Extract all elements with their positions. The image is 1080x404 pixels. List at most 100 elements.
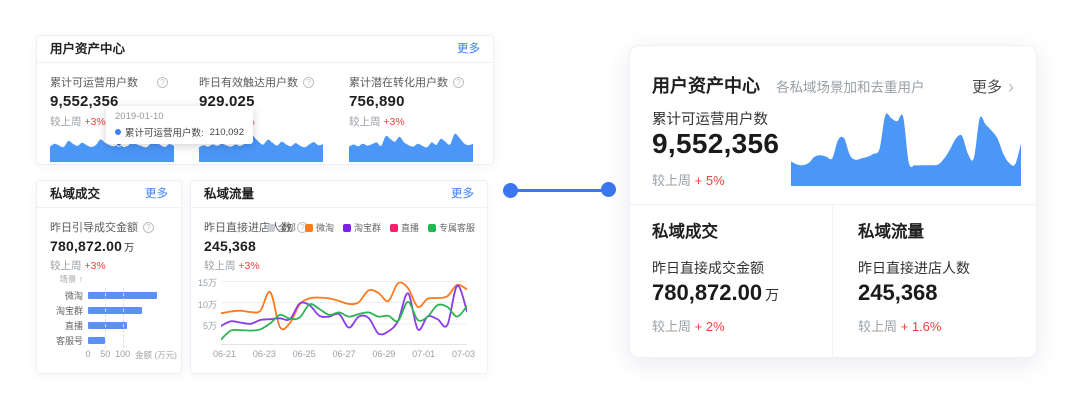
legend-swatch-icon [390, 224, 398, 232]
metric-value: 9,552,356 [652, 128, 779, 160]
compare-value: + 1.6% [901, 319, 942, 334]
card-title: 私域流量 [204, 181, 254, 208]
card-header: 私域流量 更多 [191, 181, 487, 208]
connector-dot-right [601, 182, 616, 197]
x-tick-label: 06-29 [372, 349, 395, 359]
info-icon[interactable]: ? [303, 77, 314, 88]
gridline [123, 288, 124, 348]
chart-tooltip: 2019-01-10 累计可运营用户数: 210,092 [106, 106, 253, 144]
tooltip-date: 2019-01-10 [115, 111, 244, 122]
section-title: 私域成交 [652, 218, 718, 242]
private-traffic-card: 私域流量 更多 昨日直接进店人数 ? 245,368 较上周 +3% 全部微淘淘… [190, 180, 488, 374]
y-axis-labels: 15万10万5万 [195, 273, 217, 345]
compare-label: 较上周 [204, 260, 236, 272]
x-tick-label: 06-27 [332, 349, 355, 359]
legend-item[interactable]: 直播 [390, 221, 419, 234]
card-header: 私域成交 更多 [37, 181, 181, 208]
area-chart [791, 106, 1021, 186]
info-icon[interactable]: ? [157, 77, 168, 88]
bar-x-axis-title: 金额 (万元) [135, 349, 177, 361]
bar-row: 淘宝群 [49, 303, 171, 318]
legend-swatch-icon [305, 224, 313, 232]
compare-label: 较上周 [652, 173, 691, 188]
card-title: 用户资产中心 [652, 72, 760, 98]
bar-row: 微淘 [49, 288, 171, 303]
bar-category-label: 淘宝群 [49, 304, 88, 317]
x-tick-label: 07-01 [412, 349, 435, 359]
legend-item[interactable]: 淘宝群 [343, 221, 381, 234]
gridline [105, 288, 106, 348]
metric-label: 昨日直接成交金额 [652, 258, 764, 278]
bar-category-label: 微淘 [49, 289, 88, 302]
x-tick-label: 07-03 [452, 349, 475, 359]
x-tick-label: 100 [115, 349, 130, 359]
legend-label: 直播 [401, 221, 419, 234]
y-tick-label: 15万 [198, 276, 217, 289]
line-chart-plot [221, 273, 467, 345]
x-tick-label: 0 [85, 349, 90, 359]
compare-value: + 2% [695, 319, 725, 334]
metric-potential-users: 累计潜在转化用户数 ? 756,890 较上周 +3% [349, 74, 485, 129]
divider [832, 204, 833, 357]
x-tick-label: 06-23 [253, 349, 276, 359]
deal-bar-chart: 场景 ↑微淘淘宝群直播客服号050100金额 (万元) [49, 273, 171, 360]
bar-y-axis-title: 场景 ↑ [49, 273, 83, 285]
connector-dot-left [503, 183, 518, 198]
detail-header: 用户资产中心 各私域场景加和去重用户 更多 › [652, 72, 1014, 98]
more-link[interactable]: 更多 [457, 36, 480, 63]
more-link[interactable]: 更多 › [972, 76, 1014, 97]
bar [88, 337, 105, 344]
legend-item[interactable]: 专属客服 [428, 221, 475, 234]
series-dot-icon [115, 129, 121, 135]
compare-value: + 5% [695, 173, 725, 188]
info-icon[interactable]: ? [143, 222, 154, 233]
legend-swatch-icon [343, 224, 351, 232]
more-link[interactable]: 更多 [451, 181, 474, 208]
compare-label: 较上周 [50, 260, 82, 272]
legend-item[interactable]: 全部 [267, 221, 296, 234]
legend-swatch-icon [267, 224, 275, 232]
metric-deal-amount: 昨日引导成交金额 ? 780,872.00万 较上周 +3% [50, 219, 178, 273]
metric-label: 累计可运营用户数 [50, 74, 138, 90]
x-tick-label: 06-21 [213, 349, 236, 359]
chevron-right-icon: › [1008, 78, 1014, 96]
connector-line [514, 189, 604, 192]
metric-value: 245,368 [204, 238, 364, 254]
metric-value: 780,872.00 [652, 280, 762, 305]
metric-label: 累计可运营用户数 [652, 108, 768, 129]
legend-label: 全部 [278, 221, 296, 234]
section-private-traffic: 私域流量 昨日直接进店人数 245,368 较上周 + 1.6% [858, 204, 1018, 357]
metric-label: 昨日直接进店人数 [858, 258, 970, 278]
more-link[interactable]: 更多 [145, 181, 168, 208]
x-tick-label: 06-25 [293, 349, 316, 359]
legend-label: 微淘 [316, 221, 334, 234]
metric-label: 累计潜在转化用户数 [349, 74, 448, 90]
tooltip-series-label: 累计可运营用户数: [125, 125, 204, 139]
x-tick-label: 50 [100, 349, 110, 359]
bar-category-label: 客服号 [49, 334, 88, 347]
bar-category-label: 直播 [49, 319, 88, 332]
tooltip-value: 210,092 [210, 127, 244, 138]
legend-label: 专属客服 [439, 221, 475, 234]
section-title: 私域流量 [858, 218, 924, 242]
info-icon[interactable]: ? [453, 77, 464, 88]
metric-label: 昨日引导成交金额 [50, 219, 138, 235]
metric-unit: 万 [124, 243, 134, 254]
compare-label: 较上周 [652, 319, 691, 334]
y-tick-label: 10万 [198, 298, 217, 311]
sparkline-chart [349, 124, 473, 162]
metric-label: 昨日有效触达用户数 [199, 74, 298, 90]
private-deal-card: 私域成交 更多 昨日引导成交金额 ? 780,872.00万 较上周 +3% 场… [36, 180, 182, 374]
compare-value: +3% [238, 260, 259, 272]
bar-row: 直播 [49, 318, 171, 333]
x-axis-labels: 06-21 06-23 06-25 06-27 06-29 07-01 07-03 [213, 349, 475, 359]
metric-value: 756,890 [349, 93, 485, 110]
dashboard-canvas: 用户资产中心 更多 累计可运营用户数 ? 9,552,356 较上周 +3% 昨… [0, 0, 1080, 404]
legend-item[interactable]: 微淘 [305, 221, 334, 234]
metric-unit: 万 [765, 287, 779, 303]
card-subtitle: 各私域场景加和去重用户 [776, 76, 925, 96]
card-title: 私域成交 [50, 181, 100, 208]
compare-label: 较上周 [858, 319, 897, 334]
bar [88, 322, 127, 329]
legend-swatch-icon [428, 224, 436, 232]
